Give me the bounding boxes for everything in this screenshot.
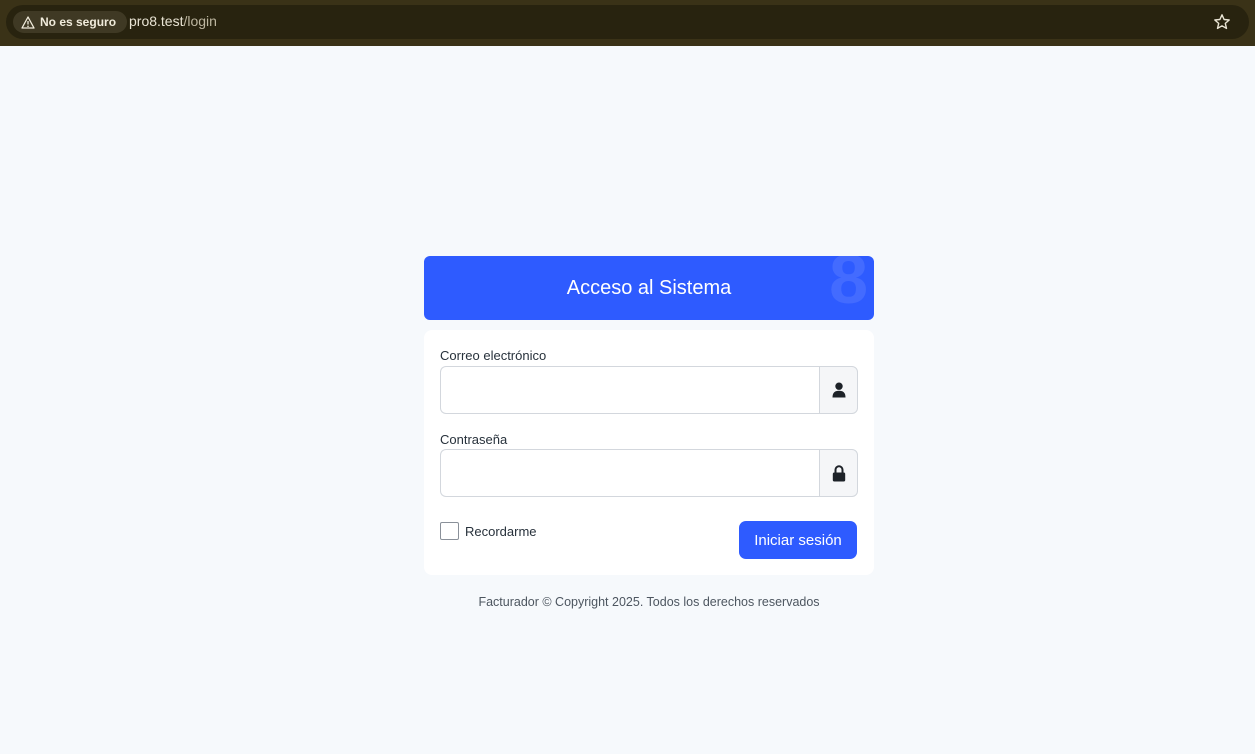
footer-copyright: Facturador © Copyright 2025. Todos los d… <box>478 595 820 609</box>
security-label: No es seguro <box>40 15 117 29</box>
email-field[interactable] <box>440 366 819 414</box>
star-icon[interactable] <box>1213 13 1231 31</box>
url-text[interactable]: pro8.test/login <box>129 13 217 29</box>
email-label: Correo electrónico <box>440 348 547 363</box>
address-bar[interactable]: No es seguro pro8.test/login <box>6 5 1249 39</box>
url-path: /login <box>183 13 217 29</box>
login-title: Acceso al Sistema <box>566 276 732 299</box>
remember-me[interactable]: Recordarme <box>440 522 537 540</box>
warning-triangle-icon <box>21 15 35 29</box>
lock-icon <box>832 464 845 481</box>
browser-toolbar: No es seguro pro8.test/login <box>0 0 1255 46</box>
login-header: 8 Acceso al Sistema <box>424 256 874 320</box>
remember-label: Recordarme <box>465 523 537 539</box>
password-label: Contraseña <box>440 432 508 447</box>
password-addon <box>819 449 858 497</box>
email-addon <box>819 366 858 414</box>
password-input-group <box>440 449 858 497</box>
user-icon <box>832 382 845 398</box>
remember-checkbox[interactable] <box>440 522 459 540</box>
login-form: Correo electrónico Contraseña Recordarme… <box>424 330 874 575</box>
login-button[interactable]: Iniciar sesión <box>739 521 857 559</box>
url-host: pro8.test <box>129 13 184 29</box>
email-input-group <box>440 366 858 414</box>
security-chip[interactable]: No es seguro <box>13 11 127 33</box>
password-field[interactable] <box>440 449 819 497</box>
